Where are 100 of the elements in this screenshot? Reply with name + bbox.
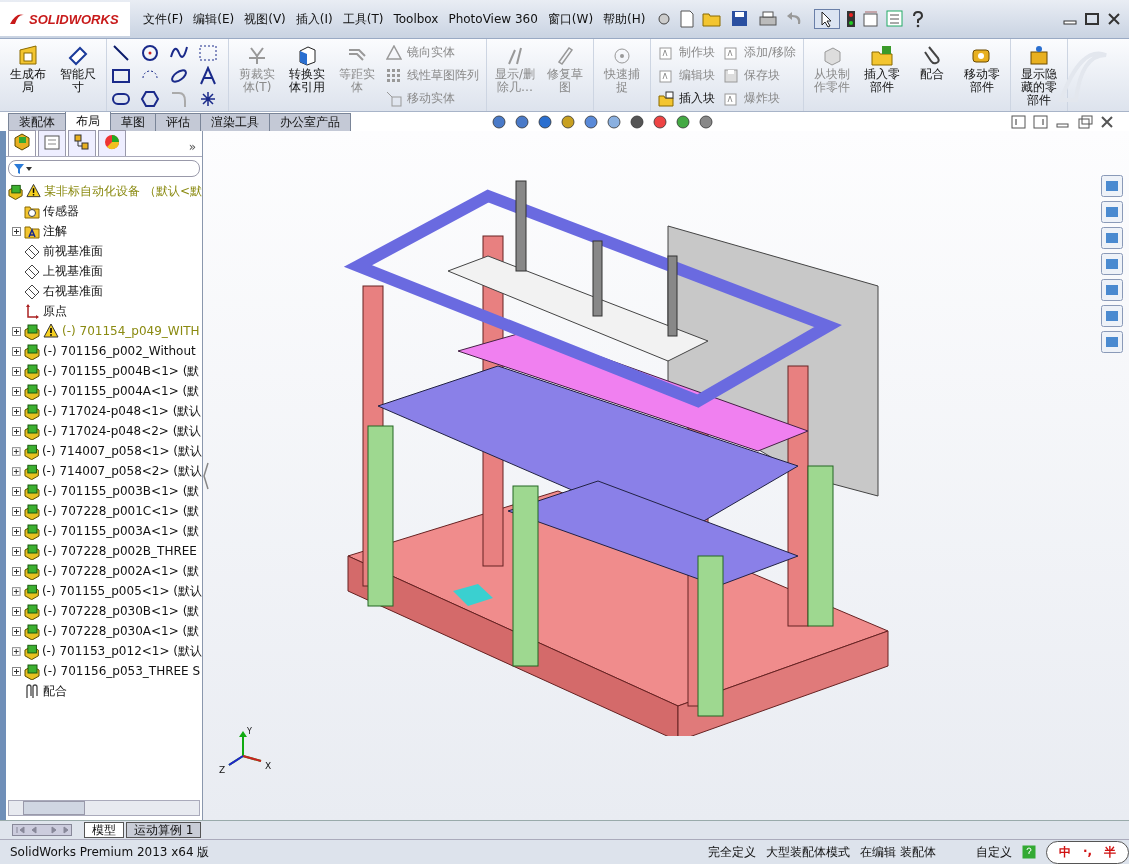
expand-icon[interactable] — [12, 366, 21, 376]
tree-item[interactable]: (-) 701155_p005<1> (默认 — [41, 582, 202, 600]
close-icon[interactable] — [1099, 113, 1115, 130]
new-document-icon[interactable] — [678, 10, 697, 28]
point-icon[interactable] — [198, 89, 218, 109]
tree-item[interactable]: (-) 701155_p003B<1> (默 — [43, 482, 200, 500]
display-tab-icon[interactable] — [102, 132, 122, 152]
paperclip-icon[interactable] — [24, 682, 40, 700]
assembly-icon[interactable] — [24, 622, 40, 640]
tile-left-icon[interactable] — [1011, 113, 1027, 130]
assembly-icon[interactable] — [24, 662, 40, 680]
menu-item[interactable]: 编辑(E) — [188, 6, 240, 32]
close-icon[interactable] — [1105, 11, 1123, 27]
expand-icon[interactable] — [12, 566, 21, 576]
tree-item[interactable]: 传感器 — [43, 202, 79, 220]
assembly-icon[interactable] — [24, 402, 40, 420]
expand-icon[interactable] — [12, 586, 21, 596]
expand-panel-button[interactable]: » — [184, 140, 200, 156]
traffic-light-icon[interactable] — [846, 10, 857, 28]
tree-item[interactable]: (-) 701156_p053_THREE S — [43, 664, 201, 678]
tree-item[interactable]: (-) 707228_p002A<1> (默 — [43, 562, 200, 580]
assembly-icon[interactable] — [24, 382, 40, 400]
ribbon-tab[interactable]: 办公室产品 — [269, 113, 351, 131]
tree-item[interactable]: 原点 — [43, 302, 67, 320]
ribbon-button[interactable]: 显示隐藏的零部件 — [1015, 42, 1064, 109]
tree-item[interactable]: (-) 701155_p004A<1> (默 — [43, 382, 200, 400]
tree-item[interactable]: 上视基准面 — [43, 262, 103, 280]
assembly-icon[interactable] — [23, 442, 39, 460]
filter-field[interactable] — [8, 160, 200, 177]
assembly-icon[interactable] — [24, 542, 40, 560]
origin-icon[interactable] — [24, 302, 40, 320]
ribbon-tab[interactable]: 渲染工具 — [200, 113, 270, 131]
model-tab[interactable]: 模型 — [84, 822, 124, 838]
collapse-panel-handle-icon[interactable] — [203, 461, 209, 491]
menu-item[interactable]: 帮助(H) — [598, 6, 651, 32]
expand-icon[interactable] — [12, 606, 21, 616]
assembly-icon[interactable] — [23, 642, 39, 660]
expand-icon[interactable] — [12, 426, 21, 436]
menu-item[interactable]: 窗口(W) — [542, 6, 599, 32]
expand-icon[interactable] — [12, 326, 21, 336]
assembly-icon[interactable] — [24, 522, 40, 540]
tree-item[interactable]: 右视基准面 — [43, 282, 103, 300]
tree-item[interactable]: (-) 707228_p001C<1> (默 — [43, 502, 200, 520]
menu-item[interactable]: Toolbox — [388, 8, 444, 30]
expand-icon[interactable] — [12, 466, 21, 476]
text-icon[interactable] — [198, 66, 218, 86]
ribbon-button[interactable]: 插入零部件 — [858, 42, 907, 96]
feature-tree-tab-icon[interactable] — [12, 132, 32, 152]
property-tab-icon[interactable] — [42, 132, 62, 152]
tree-item[interactable]: (-) 701156_p002_Without — [43, 344, 196, 358]
ribbon-button[interactable]: 移动零部件 — [958, 42, 1007, 96]
assembly-icon[interactable] — [24, 602, 40, 620]
menu-item[interactable]: 文件(F) — [138, 6, 189, 32]
expand-icon[interactable] — [12, 506, 21, 516]
assembly-icon[interactable] — [24, 342, 40, 360]
assembly-icon[interactable] — [24, 322, 40, 340]
assembly-icon[interactable] — [24, 502, 40, 520]
tree-item[interactable]: 某非标自动化设备 （默认<默 — [44, 182, 202, 200]
expand-icon[interactable] — [12, 646, 21, 656]
expand-icon[interactable] — [12, 226, 21, 236]
ribbon-button[interactable]: 插入块 — [655, 88, 718, 109]
ribbon-tab[interactable]: 评估 — [155, 113, 201, 131]
ellipse-icon[interactable] — [169, 66, 189, 86]
polygon-icon[interactable] — [140, 89, 160, 109]
expand-icon[interactable] — [12, 346, 21, 356]
tree-item[interactable]: 前视基准面 — [43, 242, 103, 260]
expand-icon[interactable] — [12, 486, 21, 496]
tree-item[interactable]: (-) 701153_p012<1> (默认 — [41, 642, 202, 660]
tree-item[interactable]: (-) 714007_p058<2> (默认 — [41, 462, 202, 480]
plane-icon[interactable] — [24, 262, 40, 280]
horizontal-scrollbar[interactable] — [8, 800, 200, 816]
ribbon-tab[interactable]: 装配体 — [8, 113, 66, 131]
circle-icon[interactable] — [140, 43, 160, 63]
assembly-icon[interactable] — [24, 422, 40, 440]
maximize-icon[interactable] — [1083, 11, 1101, 27]
tree-item[interactable]: (-) 701155_p003A<1> (默 — [43, 522, 200, 540]
expand-icon[interactable] — [12, 546, 21, 556]
ribbon-button[interactable]: 生成布局 — [4, 42, 52, 96]
ribbon-button[interactable]: 转换实体引用 — [283, 42, 331, 96]
assembly-icon[interactable] — [8, 182, 24, 200]
expand-icon[interactable] — [12, 446, 21, 456]
expand-icon[interactable] — [12, 406, 21, 416]
select-pointer-icon[interactable] — [814, 9, 841, 29]
expand-icon[interactable] — [12, 526, 21, 536]
tree-item[interactable]: (-) 701155_p004B<1> (默 — [43, 362, 200, 380]
tree-item[interactable]: 注解 — [43, 222, 67, 240]
rectangle-icon[interactable] — [111, 66, 131, 86]
menu-item[interactable]: 视图(V) — [239, 6, 291, 32]
menu-item[interactable]: 工具(T) — [337, 6, 389, 32]
units-menu[interactable]: 自定义 — [975, 843, 1012, 861]
plane-icon[interactable] — [24, 282, 40, 300]
tree-item[interactable]: (-) 707228_p030B<1> (默 — [43, 602, 200, 620]
configuration-tab-icon[interactable] — [72, 132, 92, 152]
assembly-icon[interactable] — [24, 362, 40, 380]
tree-item[interactable]: (-) 717024-p048<2> (默认 — [43, 422, 202, 440]
assembly-icon[interactable] — [24, 562, 40, 580]
expand-icon[interactable] — [12, 666, 21, 676]
assembly-icon[interactable] — [23, 582, 39, 600]
line-icon[interactable] — [111, 43, 131, 63]
plane-icon[interactable] — [24, 242, 40, 260]
